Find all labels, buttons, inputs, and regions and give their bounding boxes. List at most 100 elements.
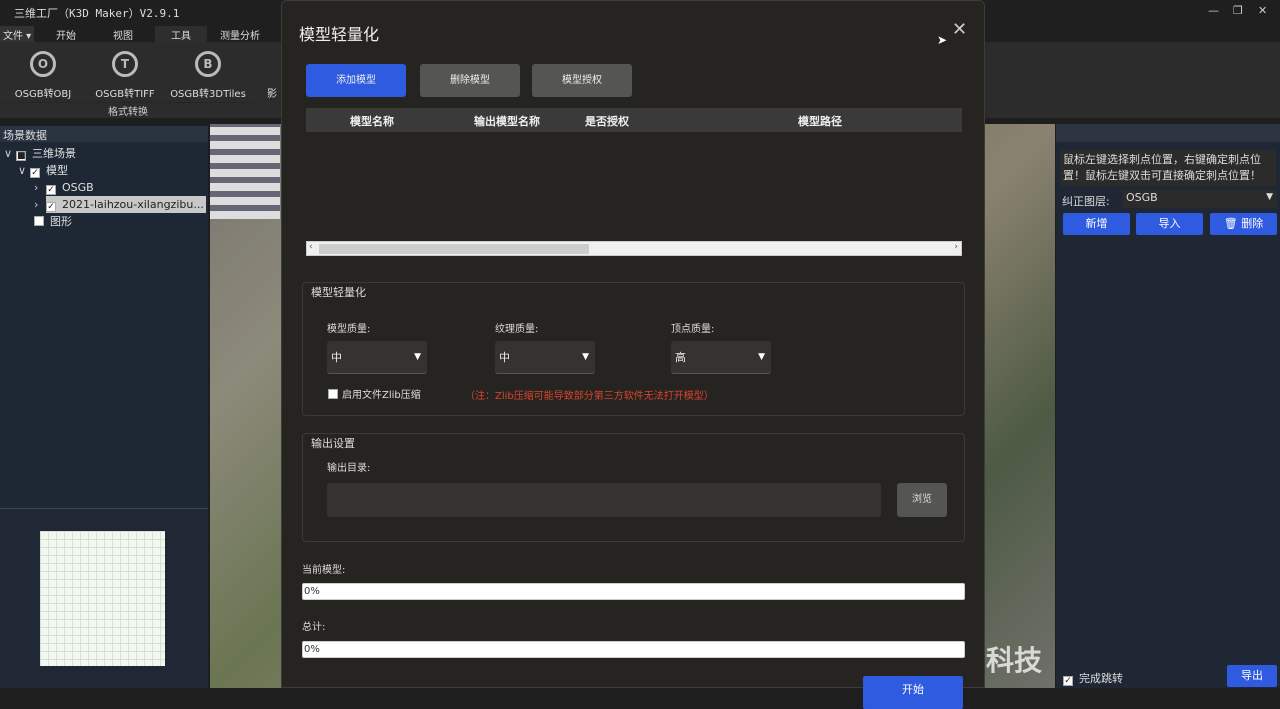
convert-3dtiles-icon: B xyxy=(195,51,221,77)
add-model-button[interactable]: 添加模型 xyxy=(306,64,406,97)
chevron-right-icon[interactable]: › xyxy=(34,196,46,213)
col-model-path[interactable]: 模型路径 xyxy=(798,113,842,129)
delete-model-button[interactable]: 删除模型 xyxy=(420,64,520,97)
minimap[interactable] xyxy=(0,508,208,688)
output-dir-label: 输出目录: xyxy=(327,459,370,474)
checkbox[interactable]: ✓ xyxy=(1063,676,1073,686)
scrollbar-thumb[interactable] xyxy=(319,244,589,254)
osgb-to-obj-button[interactable]: OOSGB转OBJ xyxy=(3,48,83,100)
minimize-icon[interactable]: — xyxy=(1208,4,1219,17)
group-label: 格式转换 xyxy=(0,102,256,118)
value: 中 xyxy=(499,351,510,364)
tree-item-graphics[interactable]: 图形 xyxy=(34,213,72,230)
model-table-header: 模型名称 输出模型名称 是否授权 模型路径 xyxy=(306,108,962,132)
texture-quality-label: 纹理质量: xyxy=(495,320,538,335)
total-progress-bar: 0% xyxy=(302,641,965,658)
tree-item-osgb[interactable]: ›✓OSGB xyxy=(34,179,94,196)
building-texture xyxy=(210,124,280,219)
label: 完成跳转 xyxy=(1079,672,1123,685)
scene-data-panel: 场景数据 ∨■三维场景 ∨✓模型 ›✓OSGB ›✓2021-laihzou-x… xyxy=(0,126,208,688)
label: 导入 xyxy=(1159,217,1181,230)
app-title: 三维工厂（K3D Maker）V2.9.1 xyxy=(14,5,179,21)
zlib-note: （注：Zlib压缩可能导致部分第三方软件无法打开模型） xyxy=(465,387,714,402)
vertex-quality-label: 顶点质量: xyxy=(671,320,714,335)
export-button[interactable]: 导出 xyxy=(1227,665,1277,687)
model-license-button[interactable]: 模型授权 xyxy=(532,64,632,97)
texture-quality-select[interactable]: 中▼ xyxy=(495,341,595,374)
close-window-icon[interactable]: ✕ xyxy=(1258,4,1267,17)
tree-item-dataset[interactable]: ›✓ 2021-laihzou-xilangzibu... xyxy=(34,196,206,213)
osgb-to-3dtiles-button[interactable]: BOSGB转3DTiles xyxy=(168,48,248,100)
chevron-down-icon[interactable]: ∨ xyxy=(4,145,16,162)
vertex-quality-select[interactable]: 高▼ xyxy=(671,341,771,374)
add-button[interactable]: 新增 xyxy=(1063,213,1130,235)
maximize-icon[interactable]: ❐ xyxy=(1233,4,1243,17)
tab-view[interactable]: 视图 xyxy=(103,26,143,43)
panel-header xyxy=(1056,124,1280,142)
chevron-down-icon[interactable]: ∨ xyxy=(18,162,30,179)
import-button[interactable]: 导入 xyxy=(1136,213,1203,235)
lightweight-dialog: 模型轻量化 ✕ 添加模型 删除模型 模型授权 模型名称 输出模型名称 是否授权 … xyxy=(281,0,985,688)
value: 高 xyxy=(675,351,686,364)
checkbox[interactable]: ✓ xyxy=(30,168,40,178)
table-scrollbar[interactable]: ‹ › xyxy=(306,241,962,256)
tab-tools[interactable]: 工具 xyxy=(155,26,207,42)
minimap-tiles xyxy=(40,531,165,666)
label: 图形 xyxy=(50,215,72,228)
group-title: 模型轻量化 xyxy=(309,284,368,300)
chevron-down-icon: ▼ xyxy=(1266,192,1273,202)
group-title: 输出设置 xyxy=(309,435,357,451)
label: OSGB转TIFF xyxy=(95,89,154,100)
col-output-name[interactable]: 输出模型名称 xyxy=(474,113,540,129)
col-model-name[interactable]: 模型名称 xyxy=(350,113,394,129)
label: 模型 xyxy=(46,164,68,177)
label: 删除 xyxy=(1241,217,1263,230)
checkbox[interactable]: ✓ xyxy=(46,202,56,212)
checkbox-partial[interactable]: ■ xyxy=(16,151,26,161)
label: 启用文件Zlib压缩 xyxy=(342,390,421,401)
tab-start[interactable]: 开始 xyxy=(46,26,86,43)
layer-select[interactable]: OSGB ▼ xyxy=(1122,190,1277,208)
model-quality-label: 模型质量: xyxy=(327,320,370,335)
close-icon[interactable]: ✕ xyxy=(952,19,967,40)
total-label: 总计: xyxy=(302,618,325,633)
panel-title: 场景数据 xyxy=(0,126,208,142)
dialog-title: 模型轻量化 xyxy=(299,21,379,45)
tree-item-scene[interactable]: ∨■三维场景 xyxy=(4,145,76,162)
watermark: 科技 xyxy=(986,639,1042,679)
value: 中 xyxy=(331,351,342,364)
chevron-down-icon: ▼ xyxy=(414,341,421,374)
col-licensed[interactable]: 是否授权 xyxy=(585,113,629,129)
checkbox[interactable]: ✓ xyxy=(46,185,56,195)
layer-value: OSGB xyxy=(1126,191,1158,204)
chevron-right-icon[interactable]: › xyxy=(34,179,46,196)
mouse-cursor-icon: ➤ xyxy=(937,33,947,47)
chevron-down-icon: ▼ xyxy=(582,341,589,374)
current-model-label: 当前模型: xyxy=(302,561,345,576)
image-tool-button[interactable]: 影 xyxy=(262,85,282,100)
output-dir-input[interactable] xyxy=(327,483,881,517)
convert-tiff-icon: T xyxy=(112,51,138,77)
start-button[interactable]: 开始 xyxy=(863,676,963,709)
finish-jump-checkbox[interactable]: ✓ 完成跳转 xyxy=(1063,670,1123,686)
label: 2021-laihzou-xilangzibu... xyxy=(62,198,204,211)
scroll-left-icon[interactable]: ‹ xyxy=(309,242,313,252)
file-menu-label: 文件 xyxy=(3,31,23,42)
control-point-panel: 鼠标左键选择刺点位置，右键确定刺点位置！鼠标左键双击可直接确定刺点位置！ 纠正图… xyxy=(1056,124,1280,688)
label: OSGB转OBJ xyxy=(15,89,72,100)
label: 新增 xyxy=(1086,217,1108,230)
layer-label: 纠正图层: xyxy=(1062,193,1110,209)
checkbox[interactable] xyxy=(328,389,338,399)
file-menu[interactable]: 文件 ▾ xyxy=(0,26,34,43)
chevron-down-icon: ▼ xyxy=(758,341,765,374)
lightweight-group: 模型轻量化 模型质量: 纹理质量: 顶点质量: 中▼ 中▼ 高▼ 启用文件Zli… xyxy=(302,282,965,416)
scroll-right-icon[interactable]: › xyxy=(954,242,958,252)
delete-button[interactable]: 🗑 删除 xyxy=(1210,213,1277,235)
zlib-checkbox[interactable]: 启用文件Zlib压缩 xyxy=(328,386,421,401)
model-quality-select[interactable]: 中▼ xyxy=(327,341,427,374)
tree-item-model[interactable]: ∨✓ 模型 xyxy=(18,162,68,179)
osgb-to-tiff-button[interactable]: T OSGB转TIFF xyxy=(85,48,165,100)
browse-button[interactable]: 浏览 xyxy=(897,483,947,517)
tab-measure[interactable]: 测量分析 xyxy=(210,26,270,43)
checkbox[interactable] xyxy=(34,216,44,226)
